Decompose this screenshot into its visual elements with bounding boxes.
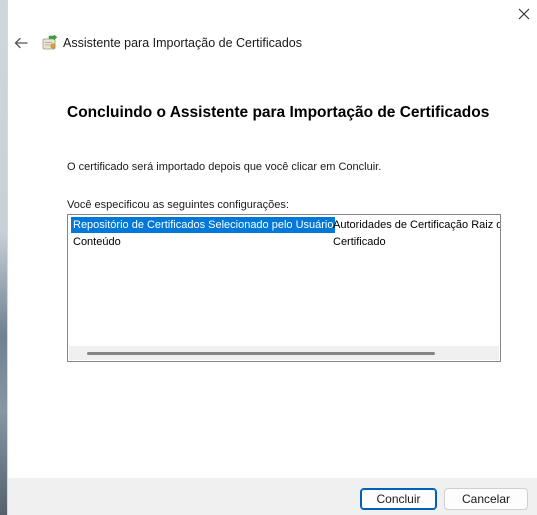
settings-list[interactable]: Repositório de Certificados Selecionado … — [67, 214, 501, 362]
intro-text: O certificado será importado depois que … — [67, 161, 382, 173]
page-heading: Concluindo o Assistente para Importação … — [67, 104, 490, 121]
finish-button[interactable]: Concluir — [360, 488, 437, 510]
scrollbar-thumb[interactable] — [87, 352, 435, 355]
setting-name: Repositório de Certificados Selecionado … — [71, 217, 336, 233]
wizard-window: Assistente para Importação de Certificad… — [7, 0, 537, 515]
setting-value: Certificado — [333, 236, 386, 248]
close-button[interactable] — [514, 4, 534, 24]
settings-row[interactable]: Conteúdo Certificado — [68, 234, 500, 250]
horizontal-scrollbar[interactable] — [69, 346, 499, 360]
cancel-button[interactable]: Cancelar — [444, 488, 528, 510]
certificate-wizard-icon — [42, 34, 58, 50]
setting-name: Conteúdo — [73, 236, 121, 248]
setting-value: Autoridades de Certificação Raiz d — [333, 219, 501, 231]
back-button[interactable] — [12, 34, 30, 52]
close-icon — [518, 8, 530, 20]
settings-row[interactable]: Repositório de Certificados Selecionado … — [68, 217, 500, 233]
wizard-title: Assistente para Importação de Certificad… — [63, 36, 303, 50]
back-arrow-icon — [14, 37, 28, 49]
settings-list-label: Você especificou as seguintes configuraç… — [67, 199, 289, 211]
footer-bar: Concluir Cancelar — [8, 478, 537, 515]
